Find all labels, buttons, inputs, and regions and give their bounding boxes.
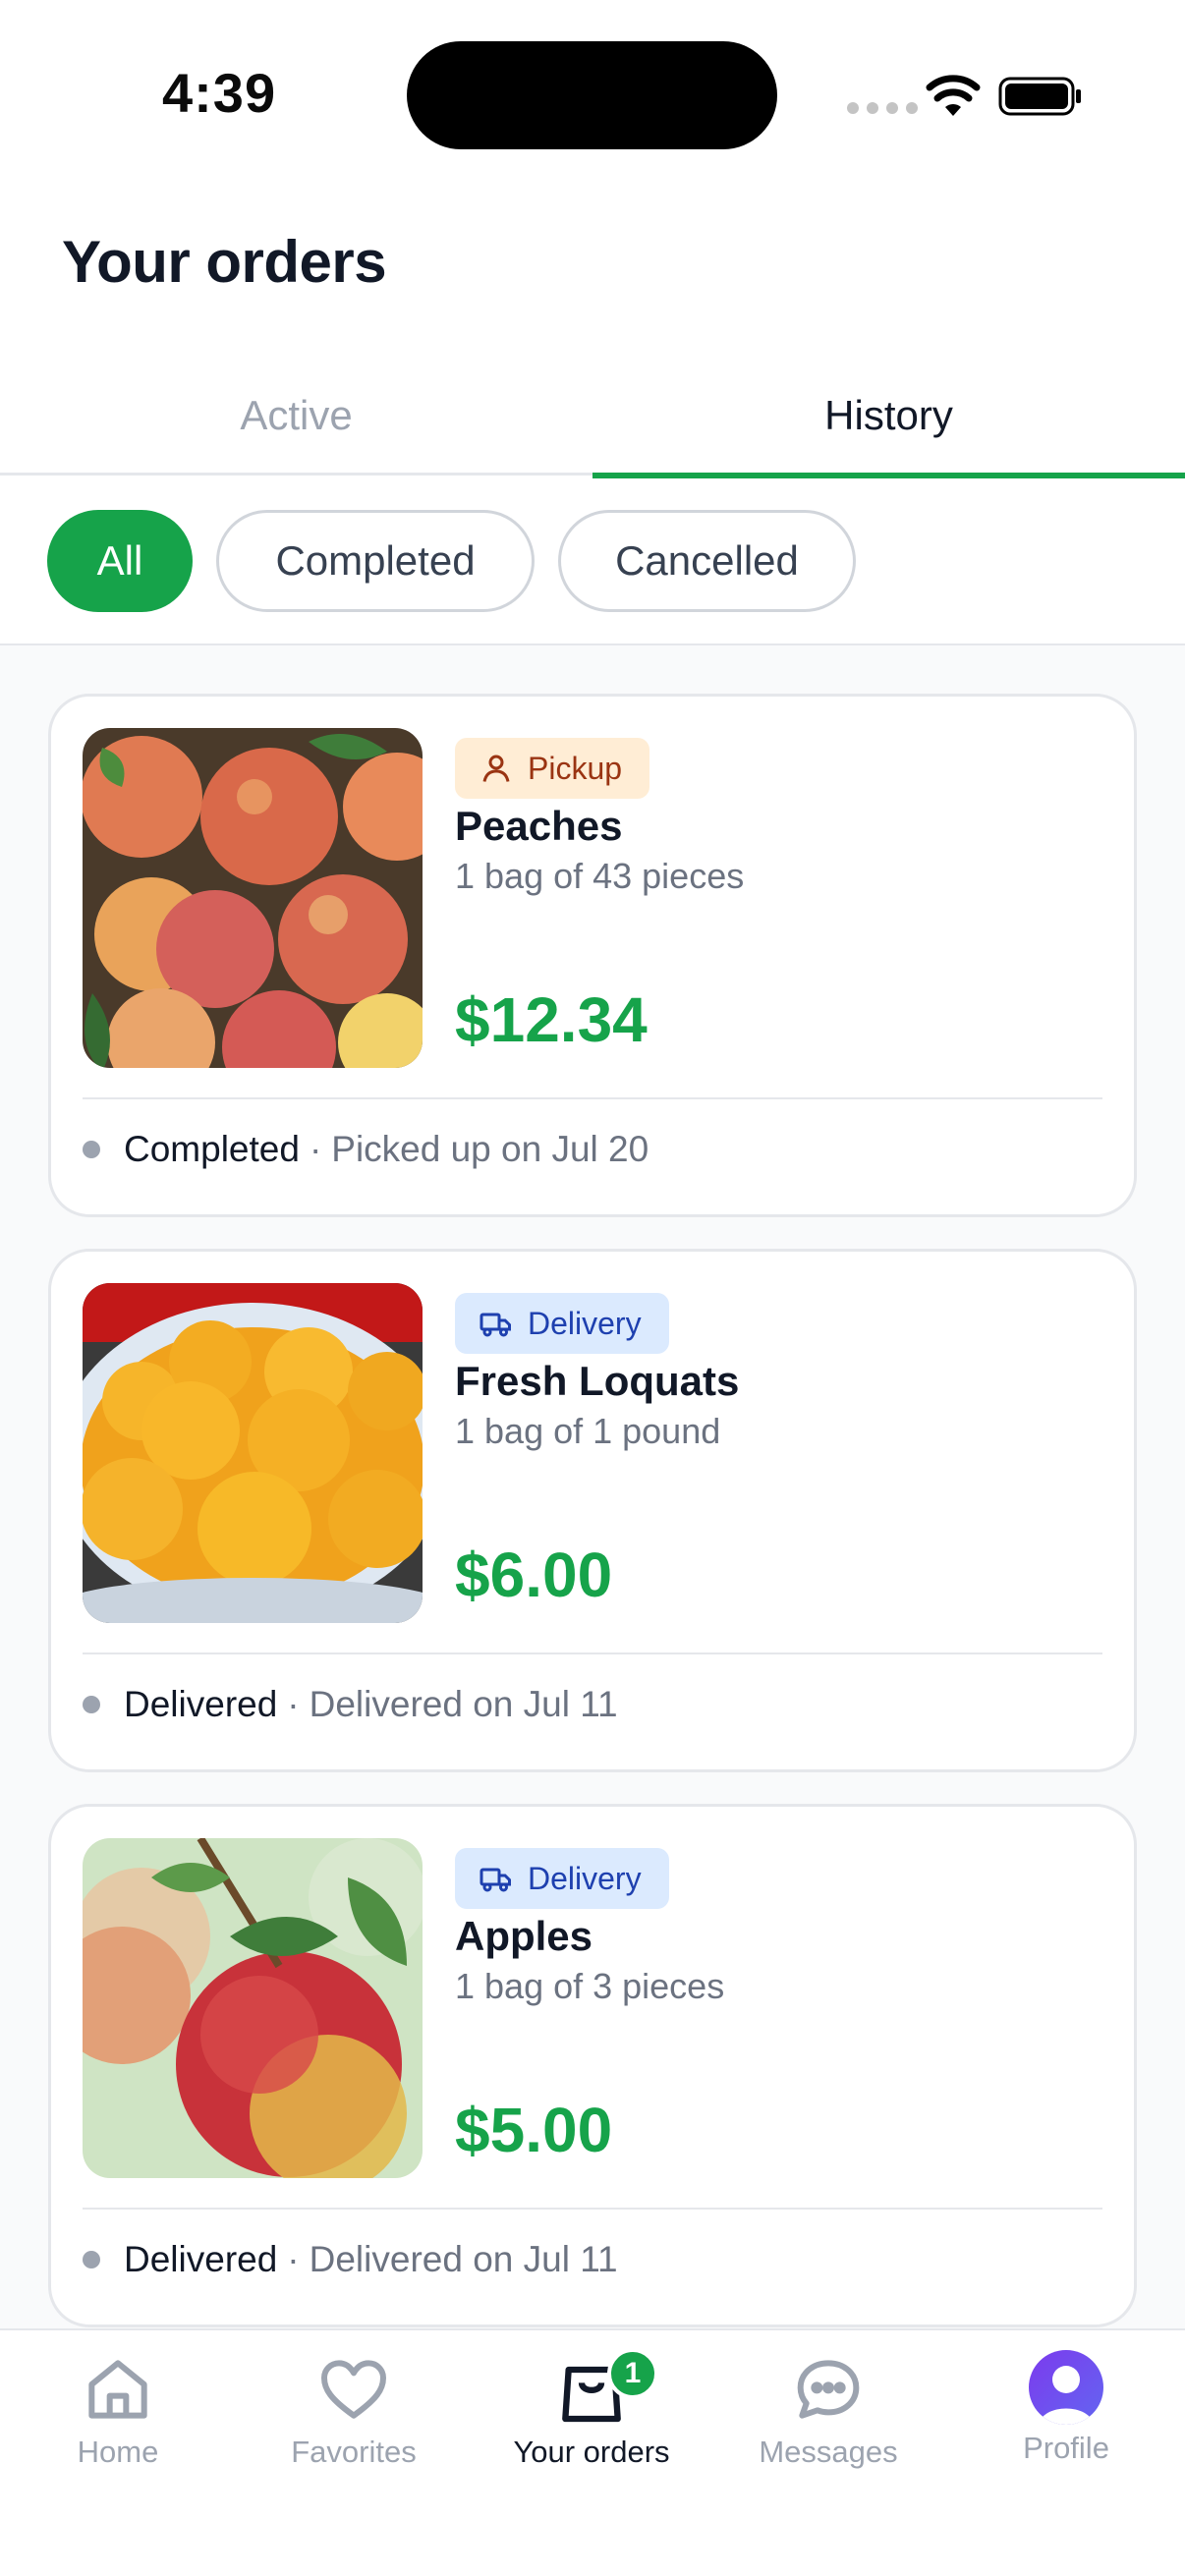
chat-bubble-icon: [797, 2360, 860, 2419]
status-bar: 4:39: [0, 0, 1185, 187]
status-separator: ·: [287, 2239, 300, 2279]
filter-cancelled-chip[interactable]: Cancelled: [558, 510, 856, 612]
wifi-icon: [926, 75, 981, 116]
item-price: $5.00: [455, 2095, 613, 2165]
nav-label: Messages: [759, 2435, 898, 2469]
pickup-badge: Pickup: [455, 738, 650, 799]
delivery-badge: Delivery: [455, 1848, 669, 1909]
tab-active[interactable]: Active: [0, 356, 592, 476]
status-dot: [83, 1141, 100, 1158]
order-status: Completed · Picked up on Jul 20: [83, 1129, 649, 1170]
order-card[interactable]: Delivery Fresh Loquats 1 bag of 1 pound …: [48, 1249, 1137, 1772]
status-dot: [83, 1696, 100, 1713]
loquats-photo: [83, 1283, 423, 1623]
status-detail: Picked up on Jul 20: [331, 1129, 649, 1169]
status-separator: ·: [287, 1684, 300, 1724]
nav-label: Home: [77, 2435, 159, 2469]
item-name: Peaches: [455, 803, 623, 849]
page-title: Your orders: [62, 229, 387, 295]
item-name: Apples: [455, 1913, 593, 1959]
nav-profile[interactable]: Profile: [968, 2350, 1164, 2497]
order-tabs: Active History: [0, 356, 1185, 478]
orders-list: Pickup Peaches 1 bag of 43 pieces $12.34…: [0, 645, 1185, 2330]
badge-label: Pickup: [528, 750, 623, 786]
status-label: Delivered: [124, 1684, 278, 1724]
dynamic-island: [407, 41, 777, 149]
filter-all-chip[interactable]: All: [47, 510, 193, 612]
peaches-photo: [83, 728, 423, 1068]
delivery-badge: Delivery: [455, 1293, 669, 1354]
status-time: 4:39: [162, 62, 277, 124]
status-label: Delivered: [124, 2239, 278, 2279]
person-icon: [482, 755, 510, 782]
apples-photo: [83, 1838, 423, 2178]
avatar: [1029, 2350, 1103, 2425]
nav-home[interactable]: Home: [20, 2350, 216, 2497]
truck-icon: [480, 1313, 511, 1337]
status-separator: ·: [309, 1129, 322, 1169]
card-divider: [83, 1652, 1102, 1654]
status-dot: [83, 2251, 100, 2268]
order-status: Delivered · Delivered on Jul 11: [83, 2239, 618, 2280]
battery-icon: [998, 77, 1081, 116]
item-quantity: 1 bag of 3 pieces: [455, 1966, 725, 2006]
filter-completed-chip[interactable]: Completed: [216, 510, 535, 612]
card-divider: [83, 2208, 1102, 2210]
heart-icon: [321, 2360, 386, 2419]
order-card[interactable]: Pickup Peaches 1 bag of 43 pieces $12.34…: [48, 694, 1137, 1217]
nav-favorites[interactable]: Favorites: [255, 2350, 452, 2497]
card-divider: [83, 1097, 1102, 1099]
item-name: Fresh Loquats: [455, 1358, 740, 1404]
badge-label: Delivery: [528, 1860, 642, 1896]
nav-label: Favorites: [291, 2435, 417, 2469]
nav-label: Profile: [1023, 2431, 1109, 2465]
status-label: Completed: [124, 1129, 300, 1169]
tab-history[interactable]: History: [592, 356, 1185, 478]
filter-bar: All Completed Cancelled: [0, 478, 1185, 645]
badge-label: Delivery: [528, 1305, 642, 1341]
cellular-signal-icon: [847, 102, 918, 114]
order-card[interactable]: Delivery Apples 1 bag of 3 pieces $5.00 …: [48, 1804, 1137, 2327]
bottom-navigation: Home Favorites 1 Your orders Messages Pr…: [0, 2328, 1185, 2576]
order-status: Delivered · Delivered on Jul 11: [83, 1684, 618, 1725]
nav-your-orders[interactable]: 1 Your orders: [493, 2348, 690, 2497]
truck-icon: [480, 1868, 511, 1892]
nav-messages[interactable]: Messages: [730, 2350, 927, 2497]
item-quantity: 1 bag of 43 pieces: [455, 856, 745, 896]
item-price: $6.00: [455, 1540, 613, 1610]
nav-label: Your orders: [513, 2435, 670, 2469]
item-price: $12.34: [455, 984, 648, 1055]
status-detail: Delivered on Jul 11: [309, 2239, 618, 2279]
item-quantity: 1 bag of 1 pound: [455, 1411, 721, 1451]
home-icon: [88, 2360, 147, 2419]
status-detail: Delivered on Jul 11: [309, 1684, 618, 1724]
orders-count-badge: 1: [607, 2348, 658, 2399]
